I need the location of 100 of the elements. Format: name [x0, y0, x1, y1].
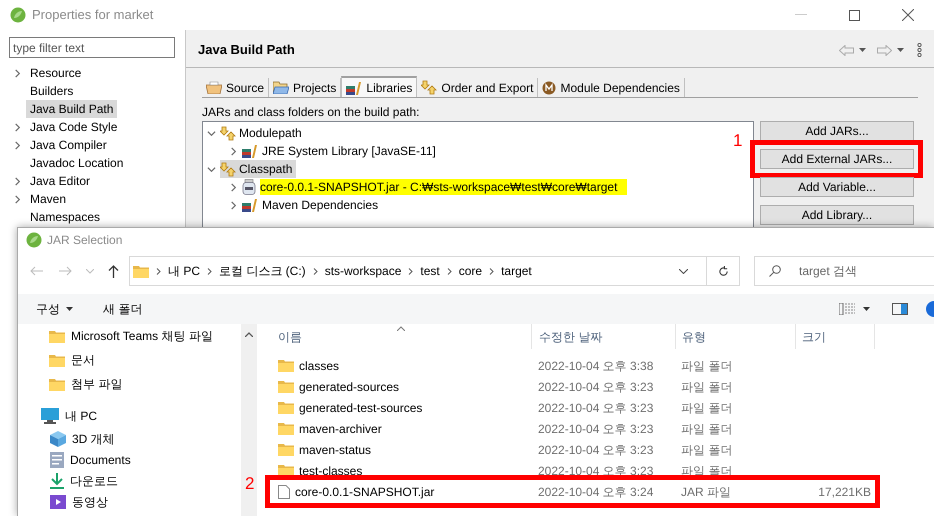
nav-pane-item[interactable]: Microsoft Teams 채팅 파일: [71, 327, 213, 345]
file-date: 2022-10-04 오후 3:23: [537, 420, 654, 438]
chevron-down-icon[interactable]: [679, 268, 688, 274]
file-row[interactable]: generated-test-sources 2022-10-04 오후 3:23 파일 폴더: [257, 397, 875, 418]
close-icon[interactable]: [902, 9, 914, 21]
dropdown-caret-icon[interactable]: [863, 307, 870, 311]
breadcrumb-item[interactable]: target: [501, 262, 532, 280]
nav-item[interactable]: Namespaces: [26, 208, 104, 226]
refresh-icon[interactable]: [718, 266, 728, 276]
file-row[interactable]: generated-sources 2022-10-04 오후 3:23 파일 폴더: [257, 376, 875, 397]
nav-pane-item[interactable]: 첨부 파일: [71, 375, 122, 393]
column-header[interactable]: 이름: [257, 324, 531, 349]
file-row[interactable]: maven-archiver 2022-10-04 오후 3:23 파일 폴더: [257, 418, 875, 439]
menu-icon[interactable]: [917, 43, 922, 57]
search-icon: [769, 265, 781, 277]
tab[interactable]: Source: [202, 78, 270, 97]
nav-pane-item[interactable]: Documents: [70, 450, 131, 468]
nav-item[interactable]: Java Code Style: [26, 118, 122, 136]
nav-item[interactable]: Java Build Path: [26, 100, 118, 118]
tab[interactable]: Libraries: [341, 76, 418, 97]
nav-pane-item[interactable]: 문서: [71, 351, 95, 369]
tab[interactable]: Module Dependencies: [538, 78, 685, 97]
column-header[interactable]: 수정한 날짜: [531, 324, 675, 349]
file-name: classes: [299, 358, 340, 374]
chevron-down-icon[interactable]: [207, 128, 216, 138]
nav-pane-item[interactable]: 내 PC: [65, 407, 98, 425]
nav-item[interactable]: Java Compiler: [26, 136, 111, 154]
nav-pane-item[interactable]: 동영상: [72, 492, 108, 510]
address-bar[interactable]: 내 PC 로컬 디스크 (C:) sts-workspace test core target: [129, 256, 740, 286]
search-field[interactable]: target 검색: [754, 256, 934, 286]
breadcrumb-item[interactable]: sts-workspace: [324, 262, 402, 280]
nav-item[interactable]: Resource: [26, 64, 86, 82]
file-row[interactable]: maven-status 2022-10-04 오후 3:23 파일 폴더: [257, 439, 875, 460]
breadcrumb-item[interactable]: 내 PC: [168, 262, 200, 280]
up-arrow-icon[interactable]: [108, 264, 119, 278]
nav-item[interactable]: Builders: [26, 82, 78, 100]
tree-node[interactable]: Classpath: [220, 160, 296, 178]
window-title: Properties for market: [32, 6, 154, 24]
action-button[interactable]: Add Variable...: [760, 177, 914, 197]
column-header[interactable]: 유형: [675, 324, 795, 349]
file-date: 2022-10-04 오후 3:23: [537, 442, 654, 458]
nav-item[interactable]: Javadoc Location: [26, 154, 128, 172]
folder-icon: [278, 401, 294, 414]
breadcrumb-item[interactable]: core: [458, 262, 482, 280]
scrollbar[interactable]: [241, 324, 257, 516]
dialog-title: JAR Selection: [47, 232, 122, 248]
preview-pane-icon[interactable]: [892, 303, 908, 315]
tree-item[interactable]: Maven Dependencies: [262, 197, 388, 213]
file-name: test-classes: [299, 462, 362, 480]
view-options-icon[interactable]: [839, 303, 855, 315]
maximize-icon[interactable]: [849, 10, 860, 20]
open-folder-icon: [273, 81, 290, 94]
column-header[interactable]: 크기: [795, 324, 875, 349]
jar-icon: [242, 179, 256, 195]
file-type: 파일 폴더: [680, 442, 734, 458]
action-button[interactable]: Add JARs...: [760, 121, 914, 141]
chevron-right-icon: [207, 268, 212, 274]
breadcrumb-item[interactable]: 로컬 디스크 (C:): [219, 262, 306, 280]
file-row[interactable]: core-0.0.1-SNAPSHOT.jar 2022-10-04 오후 3:24 JAR 파일 17,221KB: [257, 481, 875, 502]
file-type: 파일 폴더: [680, 378, 734, 396]
chevron-right-icon[interactable]: [229, 146, 238, 156]
folder-icon: [49, 354, 65, 366]
breadcrumb-item[interactable]: test: [420, 262, 440, 280]
download-icon: [50, 472, 64, 488]
scroll-up-icon[interactable]: [245, 332, 253, 337]
file-icon: [278, 484, 290, 498]
description-text: JARs and class folders on the build path:: [202, 104, 420, 121]
chevron-right-icon[interactable]: [13, 68, 22, 78]
dropdown-caret-icon[interactable]: [859, 48, 866, 52]
chevron-down-icon[interactable]: [207, 164, 216, 174]
file-name: generated-sources: [299, 378, 400, 396]
books-icon: [346, 80, 362, 94]
file-name: maven-status: [299, 442, 372, 458]
action-button[interactable]: Add Library...: [760, 205, 914, 225]
file-name: maven-archiver: [299, 420, 382, 438]
folder-icon: [49, 378, 65, 390]
dropdown-caret-icon[interactable]: [897, 48, 904, 52]
file-row[interactable]: classes 2022-10-04 오후 3:38 파일 폴더: [257, 355, 875, 376]
toolbar-button[interactable]: 새 폴더: [103, 300, 142, 318]
m-circle-icon: [542, 80, 556, 94]
up-down-arrows-icon: [220, 126, 236, 140]
nav-item[interactable]: Maven: [26, 190, 70, 208]
up-down-arrows-icon: [220, 162, 236, 176]
dropdown-caret-icon: [66, 307, 73, 311]
filter-field[interactable]: type filter text: [9, 37, 175, 58]
tree-node[interactable]: Modulepath: [220, 124, 306, 142]
tab[interactable]: Order and Export: [417, 78, 538, 97]
nav-pane-item[interactable]: 다운로드: [70, 472, 118, 490]
tree-item[interactable]: core-0.0.1-SNAPSHOT.jar - C:₩sts-workspace₩test₩core₩target: [260, 179, 628, 195]
action-button[interactable]: Add External JARs...: [760, 149, 914, 169]
toolbar-button[interactable]: 구성: [36, 300, 73, 318]
tree-item[interactable]: JRE System Library [JavaSE-11]: [262, 143, 446, 159]
nav-item[interactable]: Java Editor: [26, 172, 94, 190]
sort-caret-icon: [397, 326, 405, 331]
file-date: 2022-10-04 오후 3:24: [537, 484, 654, 500]
cube-icon: [50, 430, 66, 446]
folder-icon: [278, 359, 294, 372]
help-icon[interactable]: [926, 301, 934, 317]
tab[interactable]: Projects: [269, 78, 342, 97]
nav-pane-item[interactable]: 3D 개체: [72, 430, 115, 448]
